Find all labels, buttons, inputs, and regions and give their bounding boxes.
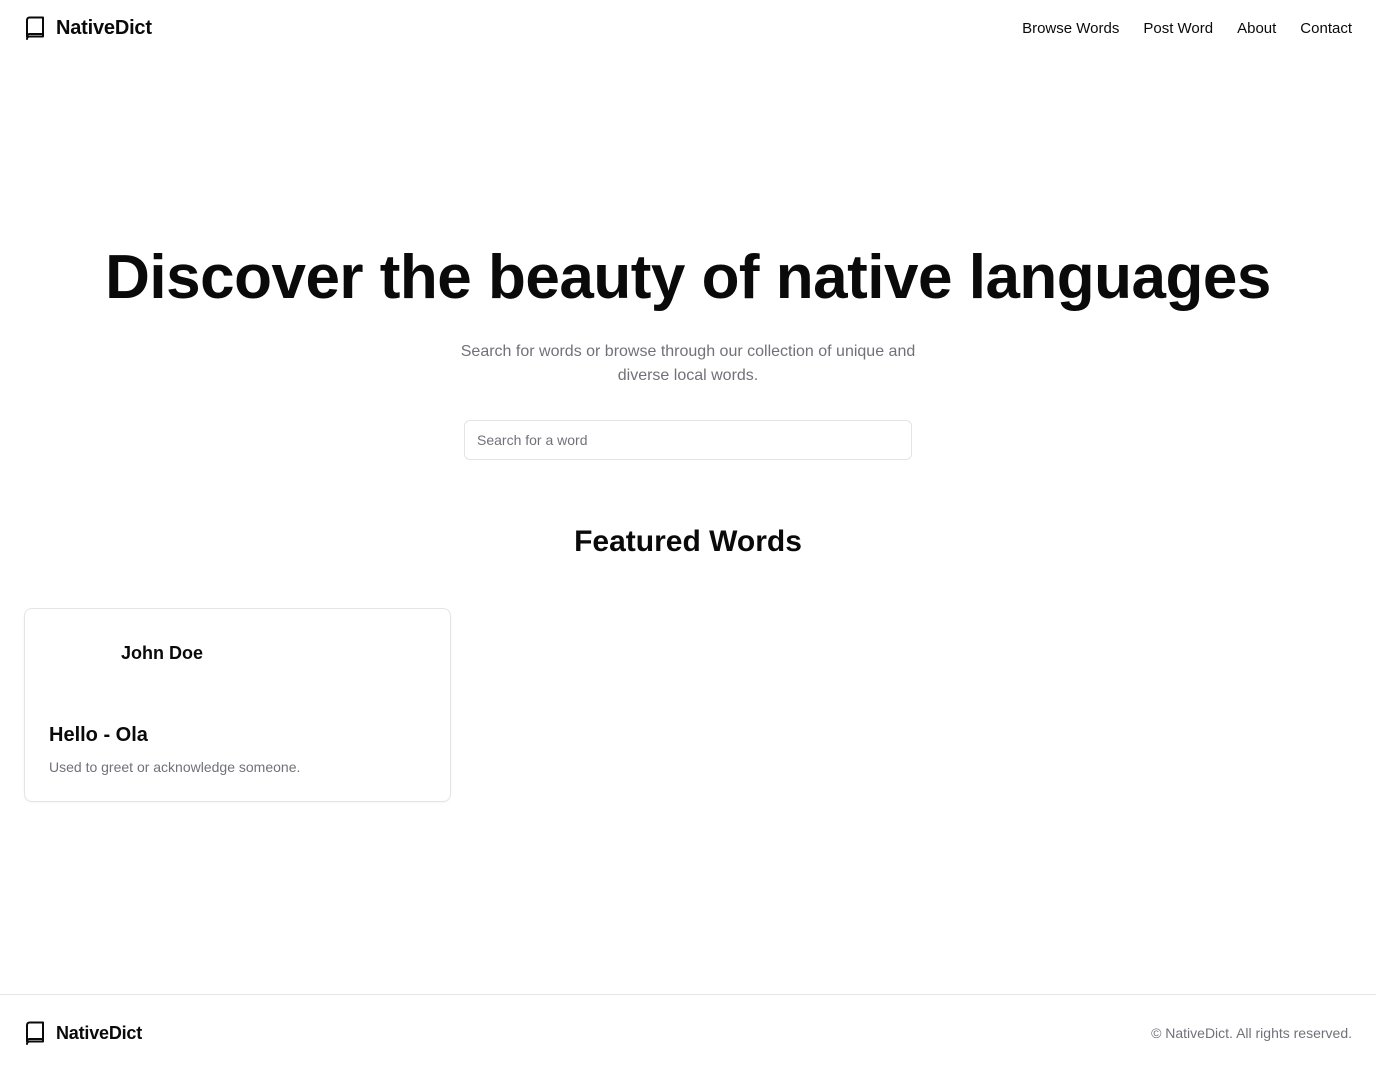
- brand-name: NativeDict: [56, 16, 152, 39]
- nav-link-contact[interactable]: Contact: [1300, 20, 1352, 37]
- nav-link-browse-words[interactable]: Browse Words: [1022, 20, 1119, 37]
- hero-subtitle: Search for words or browse through our c…: [460, 343, 916, 384]
- featured-words-title: Featured Words: [574, 525, 802, 558]
- copyright-text: © NativeDict. All rights reserved.: [1151, 1025, 1352, 1041]
- footer-brand-link[interactable]: NativeDict: [24, 1021, 142, 1045]
- main-nav: Browse Words Post Word About Contact: [1022, 20, 1352, 37]
- word-card[interactable]: John Doe Hello - Ola Used to greet or ac…: [24, 608, 451, 802]
- site-footer: NativeDict © NativeDict. All rights rese…: [0, 994, 1376, 1071]
- book-icon: [24, 16, 46, 40]
- card-author-row: John Doe: [49, 639, 203, 667]
- nav-link-post-word[interactable]: Post Word: [1143, 20, 1213, 37]
- footer-brand-name: NativeDict: [56, 1022, 143, 1043]
- card-author-name: John Doe: [121, 643, 204, 663]
- page: NativeDict Browse Words Post Word About …: [0, 0, 1376, 1071]
- search-container: [464, 420, 912, 460]
- book-icon: [24, 1021, 46, 1045]
- search-input[interactable]: [464, 420, 912, 460]
- site-header: NativeDict Browse Words Post Word About …: [0, 0, 1376, 56]
- nav-link-about[interactable]: About: [1237, 20, 1276, 37]
- hero-title: Discover the beauty of native languages: [105, 243, 1271, 312]
- card-word-title: Hello - Ola: [49, 724, 148, 746]
- brand-logo-link[interactable]: NativeDict: [24, 16, 152, 40]
- card-word-description: Used to greet or acknowledge someone.: [49, 759, 301, 775]
- avatar: [49, 639, 113, 667]
